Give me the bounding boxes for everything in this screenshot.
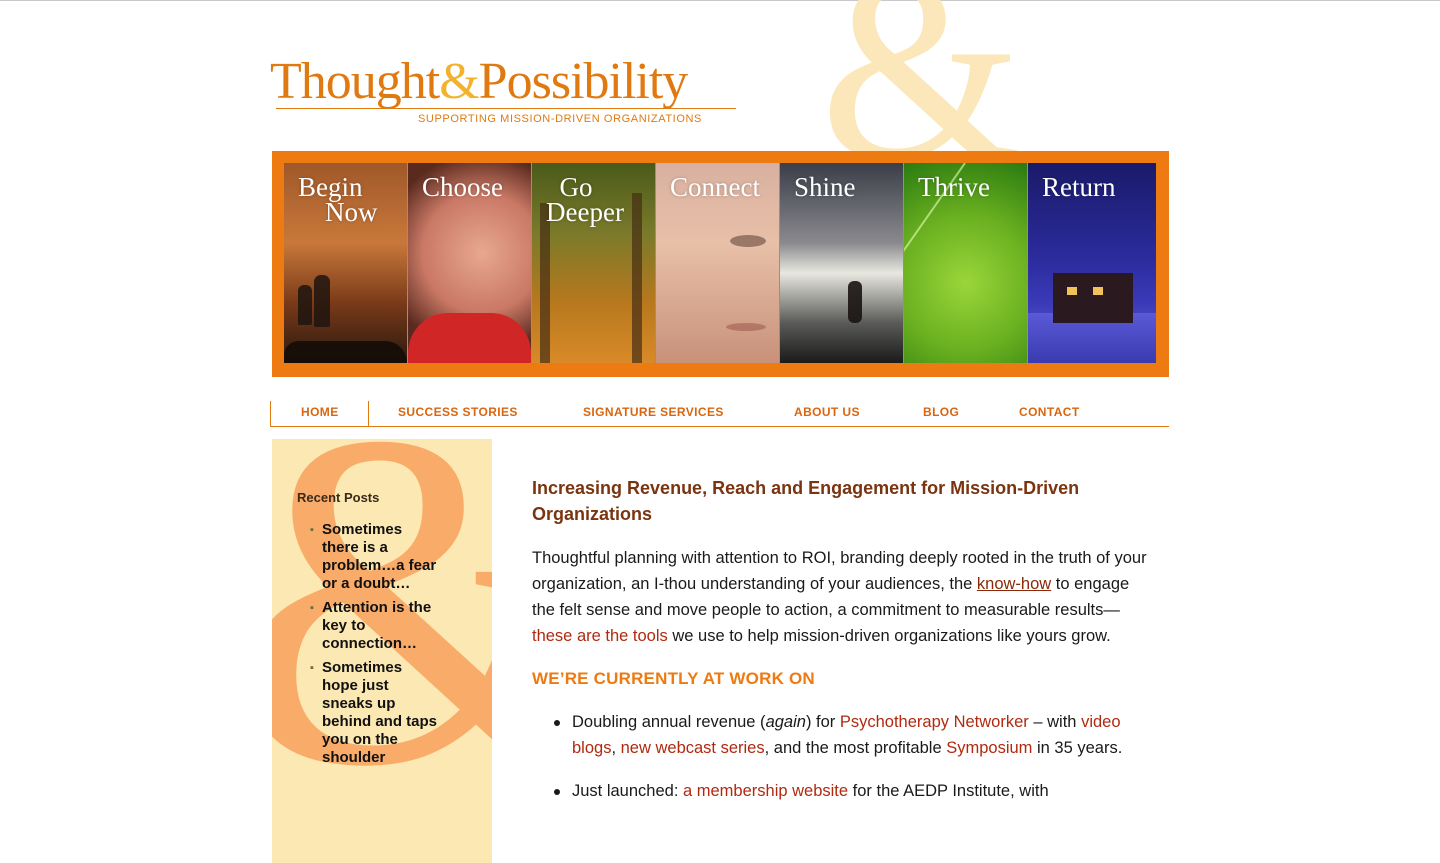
banner-panels: Begin Now Choose Go Deeper Connect Shine… bbox=[284, 163, 1156, 363]
work-item: Doubling annual revenue (again) for Psyc… bbox=[532, 709, 1152, 761]
logo-title: Thought&Possibility bbox=[270, 52, 740, 112]
recent-post-link[interactable]: Attention is the key to connection… bbox=[322, 599, 431, 652]
banner-panel-choose[interactable]: Choose bbox=[408, 163, 531, 363]
work-text: Just launched: bbox=[572, 782, 683, 800]
nav-success-stories[interactable]: SUCCESS STORIES bbox=[398, 405, 518, 419]
know-how-link[interactable]: know-how bbox=[977, 575, 1051, 593]
banner-panel-begin-now[interactable]: Begin Now bbox=[284, 163, 407, 363]
tree-trunk-left bbox=[540, 203, 550, 363]
work-emphasis: again bbox=[765, 713, 806, 731]
work-text: ) for bbox=[805, 713, 840, 731]
person-silhouette bbox=[848, 281, 862, 323]
rocks-silhouette bbox=[284, 341, 407, 363]
logo-rule bbox=[276, 108, 736, 109]
work-text: , bbox=[611, 739, 621, 757]
bullet-dot-icon bbox=[554, 789, 560, 795]
webcast-series-link[interactable]: new webcast series bbox=[621, 739, 765, 757]
banner-label-connect: Connect bbox=[670, 172, 760, 202]
cabin-shape bbox=[1053, 273, 1133, 323]
symposium-link[interactable]: Symposium bbox=[946, 739, 1032, 757]
work-heading: WE’RE CURRENTLY AT WORK ON bbox=[532, 669, 815, 688]
work-text: , and the most profitable bbox=[764, 739, 947, 757]
square-bullet-icon: ▪ bbox=[310, 524, 314, 536]
red-shirt bbox=[408, 313, 531, 363]
work-text: Doubling annual revenue ( bbox=[572, 713, 766, 731]
bullet-dot-icon bbox=[554, 720, 560, 726]
recent-posts-title: Recent Posts bbox=[297, 490, 380, 505]
tree-trunk-right bbox=[632, 193, 642, 363]
square-bullet-icon: ▪ bbox=[310, 662, 314, 674]
square-bullet-icon: ▪ bbox=[310, 602, 314, 614]
work-text: in 35 years. bbox=[1032, 739, 1123, 757]
nav-about-us[interactable]: ABOUT US bbox=[794, 405, 860, 419]
hero-banner: Begin Now Choose Go Deeper Connect Shine… bbox=[272, 151, 1169, 377]
work-text: – with bbox=[1028, 713, 1082, 731]
work-list: Doubling annual revenue (again) for Psyc… bbox=[532, 709, 1152, 804]
banner-panel-shine[interactable]: Shine bbox=[780, 163, 903, 363]
cabin-window bbox=[1093, 287, 1103, 295]
logo-tagline: SUPPORTING MISSION-DRIVEN ORGANIZATIONS bbox=[418, 113, 702, 125]
intro-text-3: we use to help mission-driven organizati… bbox=[667, 627, 1111, 645]
tools-link[interactable]: these are the tools bbox=[532, 627, 668, 645]
top-border bbox=[0, 0, 1440, 1]
recent-post-link[interactable]: Sometimes there is a problem…a fear or a… bbox=[322, 521, 436, 592]
recent-post-item: ▪ Sometimes there is a problem…a fear or … bbox=[308, 521, 438, 593]
nav-blog[interactable]: BLOG bbox=[923, 405, 959, 419]
banner-panel-thrive[interactable]: Thrive bbox=[904, 163, 1027, 363]
fisherman-figure bbox=[298, 285, 312, 325]
work-text: for the AEDP Institute, with bbox=[848, 782, 1049, 800]
site-logo[interactable]: Thought&Possibility SUPPORTING MISSION-D… bbox=[270, 52, 740, 132]
banner-label-thrive: Thrive bbox=[918, 172, 990, 202]
banner-label-go-deeper: Go Deeper bbox=[546, 172, 624, 227]
recent-post-link[interactable]: Sometimes hope just sneaks up behind and… bbox=[322, 659, 437, 766]
psychotherapy-networker-link[interactable]: Psychotherapy Networker bbox=[840, 713, 1029, 731]
page-heading: Increasing Revenue, Reach and Engagement… bbox=[532, 478, 1080, 524]
logo-title-left: Thought bbox=[270, 53, 440, 110]
banner-label-return: Return bbox=[1042, 172, 1116, 202]
banner-panel-return[interactable]: Return bbox=[1028, 163, 1156, 363]
eye-shape bbox=[730, 235, 766, 247]
main-content: Increasing Revenue, Reach and Engagement… bbox=[532, 475, 1152, 821]
lips-shape bbox=[726, 323, 766, 331]
logo-ampersand: & bbox=[439, 53, 479, 110]
banner-panel-connect[interactable]: Connect bbox=[656, 163, 779, 363]
banner-panel-go-deeper[interactable]: Go Deeper bbox=[532, 163, 655, 363]
nav-home[interactable]: HOME bbox=[301, 405, 339, 419]
nav-signature-services[interactable]: SIGNATURE SERVICES bbox=[583, 405, 724, 419]
recent-post-item: ▪ Sometimes hope just sneaks up behind an… bbox=[308, 659, 438, 767]
nav-contact[interactable]: CONTACT bbox=[1019, 405, 1080, 419]
recent-posts-list: ▪ Sometimes there is a problem…a fear or … bbox=[308, 521, 438, 773]
intro-paragraph: Thoughtful planning with attention to RO… bbox=[532, 545, 1152, 649]
work-item: Just launched: a membership website for … bbox=[532, 778, 1152, 804]
sidebar: & Recent Posts ▪Sometimes there is a pro… bbox=[272, 439, 492, 863]
membership-website-link[interactable]: a membership website bbox=[683, 782, 848, 800]
recent-post-item: ▪ Attention is the key to connection… bbox=[308, 599, 438, 653]
banner-label-shine: Shine bbox=[794, 172, 856, 202]
banner-label-choose: Choose bbox=[422, 172, 503, 202]
fisherman-figure-2 bbox=[314, 275, 330, 327]
banner-label-begin-now: Begin Now bbox=[298, 172, 378, 227]
main-nav: HOME SUCCESS STORIES SIGNATURE SERVICES … bbox=[270, 401, 1169, 427]
logo-title-right: Possibility bbox=[478, 53, 689, 110]
cabin-window bbox=[1067, 287, 1077, 295]
